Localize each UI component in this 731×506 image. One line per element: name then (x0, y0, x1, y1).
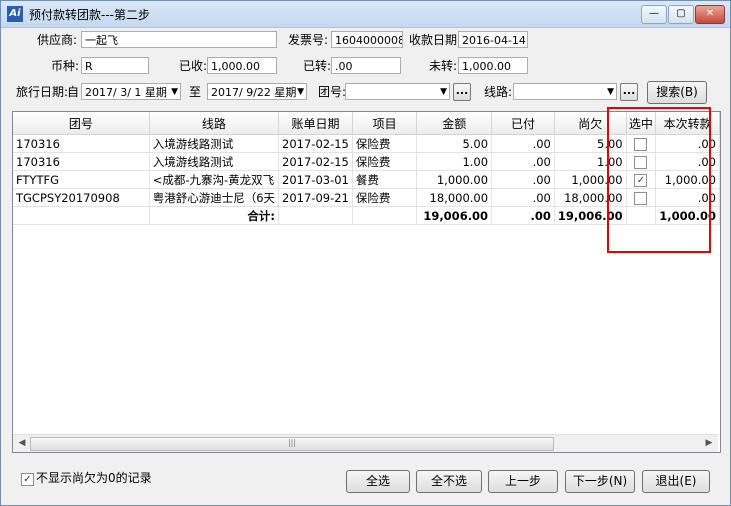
select-none-button[interactable]: 全不选 (416, 470, 482, 493)
untransferred-label: 未转: (429, 59, 458, 73)
horizontal-scrollbar[interactable]: ◀ ||| ▶ (13, 434, 718, 452)
invoice-label: 发票号: (288, 33, 329, 47)
cell-date: 2017-03-01 (278, 170, 353, 189)
untransferred-field[interactable]: 1,000.00 (458, 57, 528, 74)
cell-amount: 1.00 (416, 152, 493, 171)
cell-item: 保险费 (352, 134, 418, 153)
app-icon: Ai (7, 6, 23, 22)
col-header-bill-date[interactable]: 账单日期 (278, 112, 353, 135)
cell-date: 2017-02-15 (278, 152, 353, 171)
scroll-thumb[interactable]: ||| (30, 437, 554, 451)
travel-date-label: 旅行日期: (16, 85, 69, 99)
to-label: 至 (189, 85, 202, 99)
title-bar[interactable]: Ai 预付款转团款---第二步 — ▢ ✕ (1, 1, 730, 28)
group-browse-button[interactable]: ... (453, 83, 471, 101)
date-from-value: 2017/ 3/ 1 星期 (85, 86, 167, 99)
maximize-button[interactable]: ▢ (668, 5, 694, 24)
minimize-button[interactable]: — (641, 5, 667, 24)
supplier-label: 供应商: (37, 33, 78, 47)
cell-route: 入境游线路测试 (149, 134, 280, 153)
chevron-down-icon: ▼ (607, 87, 614, 97)
receipt-date-field[interactable]: 2016-04-14 (458, 31, 528, 48)
cell-group: FTYTFG (13, 170, 150, 189)
search-button[interactable]: 搜索(B) (647, 81, 707, 104)
scroll-right-icon[interactable]: ▶ (702, 437, 716, 450)
cell-amount: 5.00 (416, 134, 493, 153)
group-select[interactable]: ▼ (345, 83, 450, 100)
cell-group: 170316 (13, 134, 150, 153)
invoice-field[interactable]: 1604000008 (331, 31, 403, 48)
total-label: 合计: (149, 206, 280, 225)
cell-group: 170316 (13, 152, 150, 171)
hide-zero-label[interactable]: 不显示尚欠为0的记录 (36, 469, 152, 487)
received-label: 已收: (179, 59, 208, 73)
prev-step-button[interactable]: 上一步 (488, 470, 558, 493)
cell-route: <成都-九寨沟-黄龙双飞 (149, 170, 280, 189)
chevron-down-icon: ▼ (171, 87, 178, 97)
cell-date: 2017-09-21 (278, 188, 353, 207)
cell-route: 入境游线路测试 (149, 152, 280, 171)
cell-empty (352, 206, 418, 225)
transferred-field[interactable]: .00 (331, 57, 401, 74)
cell-item: 保险费 (352, 152, 418, 171)
next-step-button[interactable]: 下一步(N) (565, 470, 635, 493)
highlight-box (607, 107, 711, 253)
cell-amount: 18,000.00 (416, 188, 493, 207)
col-header-paid[interactable]: 已付 (491, 112, 555, 135)
currency-field[interactable]: R (81, 57, 149, 74)
col-header-item[interactable]: 项目 (352, 112, 418, 135)
chevron-down-icon: ▼ (440, 87, 447, 97)
date-to-value: 2017/ 9/22 星期 (211, 86, 297, 99)
currency-label: 币种: (51, 59, 80, 73)
cell-paid: .00 (491, 170, 555, 189)
cell-paid: .00 (491, 134, 555, 153)
cell-paid: .00 (491, 152, 555, 171)
route-select[interactable]: ▼ (513, 83, 617, 100)
close-button[interactable]: ✕ (695, 5, 725, 24)
cell-group: TGCPSY20170908 (13, 188, 150, 207)
total-amount: 19,006.00 (416, 206, 493, 225)
col-header-amount[interactable]: 金额 (416, 112, 493, 135)
select-all-button[interactable]: 全选 (346, 470, 410, 493)
window-title: 预付款转团款---第二步 (29, 8, 150, 22)
cell-amount: 1,000.00 (416, 170, 493, 189)
hide-zero-checkbox[interactable]: ✓ (21, 473, 34, 486)
chevron-down-icon: ▼ (297, 87, 304, 97)
scroll-left-icon[interactable]: ◀ (15, 437, 29, 450)
transferred-label: 已转: (303, 59, 332, 73)
received-field[interactable]: 1,000.00 (207, 57, 277, 74)
cell-empty (13, 206, 150, 225)
dialog-window: Ai 预付款转团款---第二步 — ▢ ✕ 供应商: 一起飞 发票号: 1604… (0, 0, 731, 506)
cell-route: 粤港舒心游迪士尼（6天 (149, 188, 280, 207)
route-label: 线路: (484, 85, 513, 99)
date-to-picker[interactable]: 2017/ 9/22 星期 ▼ (207, 83, 307, 100)
route-browse-button[interactable]: ... (620, 83, 638, 101)
cell-date: 2017-02-15 (278, 134, 353, 153)
cell-paid: .00 (491, 188, 555, 207)
cell-empty (278, 206, 353, 225)
cell-item: 餐费 (352, 170, 418, 189)
receipt-date-label: 收款日期: (409, 33, 462, 47)
col-header-route[interactable]: 线路 (149, 112, 280, 135)
exit-button[interactable]: 退出(E) (642, 470, 710, 493)
supplier-field[interactable]: 一起飞 (81, 31, 277, 48)
group-label: 团号: (318, 85, 347, 99)
date-from-picker[interactable]: 2017/ 3/ 1 星期 ▼ (81, 83, 181, 100)
total-paid: .00 (491, 206, 555, 225)
cell-item: 保险费 (352, 188, 418, 207)
from-label: 自 (67, 85, 80, 99)
col-header-group[interactable]: 团号 (13, 112, 150, 135)
